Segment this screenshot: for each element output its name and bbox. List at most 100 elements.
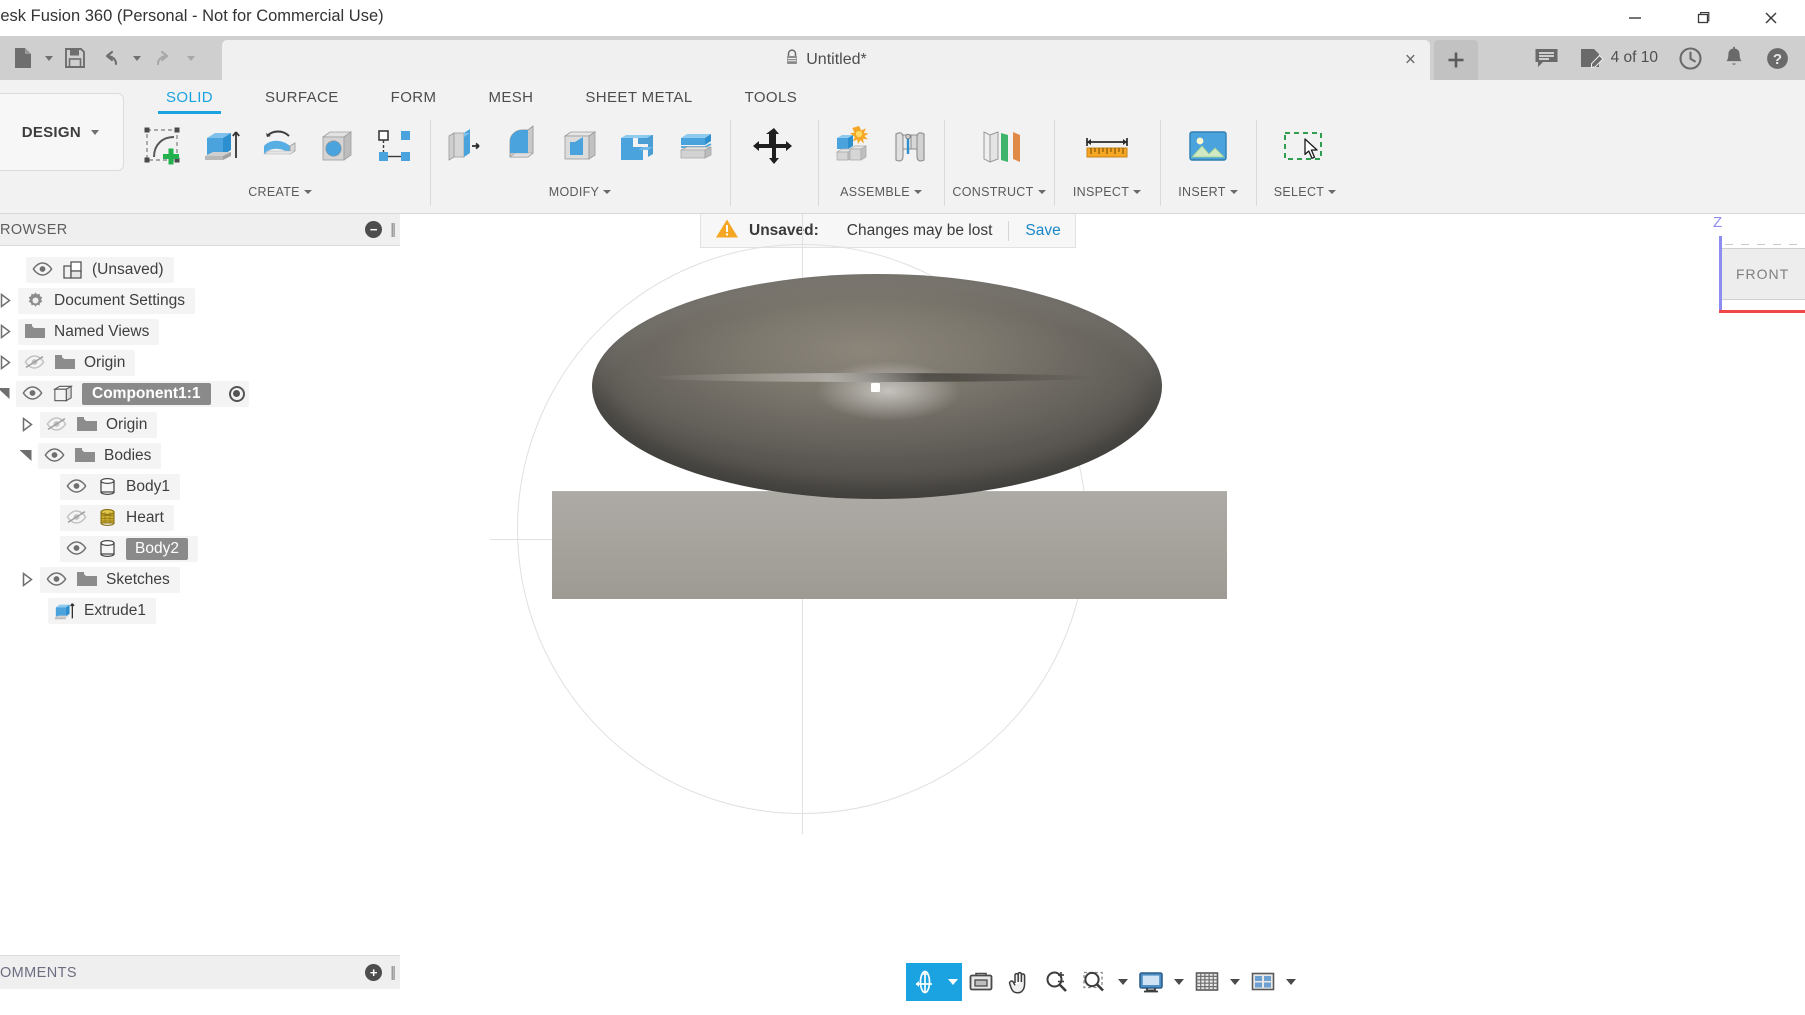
view-cube[interactable]: FRONT Z: [1697, 214, 1805, 324]
expand-arrow-icon[interactable]: [0, 324, 18, 339]
expand-arrow-icon[interactable]: [0, 355, 18, 370]
visibility-eye-icon[interactable]: [22, 386, 44, 402]
visibility-eye-icon[interactable]: [32, 262, 54, 278]
workspace-selector[interactable]: DESIGN: [0, 93, 124, 171]
create-sketch-icon[interactable]: [138, 116, 190, 178]
shell-icon[interactable]: [554, 116, 606, 178]
visibility-eye-off-icon[interactable]: [24, 355, 46, 371]
move-copy-icon[interactable]: [748, 116, 800, 178]
tree-item-body1[interactable]: Body1: [0, 471, 400, 502]
tree-item-origin-child[interactable]: Origin: [0, 409, 400, 440]
orbit-button[interactable]: [906, 963, 944, 1001]
collapse-icon[interactable]: −: [365, 221, 382, 238]
history-clock-button[interactable]: [1669, 36, 1712, 80]
visibility-eye-off-icon[interactable]: [46, 417, 68, 433]
ribbon-tab-form[interactable]: FORM: [365, 85, 463, 106]
new-file-button[interactable]: [8, 40, 38, 76]
hole-icon[interactable]: [312, 116, 364, 178]
visibility-eye-icon[interactable]: [66, 479, 88, 495]
viewports-button[interactable]: [1244, 963, 1282, 1001]
document-tab[interactable]: Untitled* ×: [222, 40, 1430, 80]
comments-panel-header[interactable]: OMMENTS + ||: [0, 955, 400, 989]
model-ellipsoid-body[interactable]: [592, 274, 1162, 499]
save-link[interactable]: Save: [1025, 222, 1060, 240]
expand-arrow-icon[interactable]: [14, 417, 40, 432]
ribbon-tab-tools[interactable]: TOOLS: [719, 85, 824, 106]
panel-label-inspect[interactable]: INSPECT: [1062, 182, 1152, 202]
grid-snaps-button[interactable]: [1188, 963, 1226, 1001]
tree-item-named-views[interactable]: Named Views: [0, 316, 400, 347]
expand-arrow-icon[interactable]: [0, 293, 18, 308]
tree-item-heart[interactable]: Heart: [0, 502, 400, 533]
ribbon-tab-sheet-metal[interactable]: SHEET METAL: [559, 85, 718, 106]
job-status-button[interactable]: 4 of 10: [1570, 36, 1667, 80]
tree-item-extrude1[interactable]: Extrude1: [0, 595, 400, 626]
panel-label-assemble[interactable]: ASSEMBLE: [826, 182, 936, 202]
split-face-icon[interactable]: [670, 116, 722, 178]
tree-item-component1[interactable]: Component1:1: [0, 378, 400, 409]
panel-label-modify[interactable]: MODIFY: [438, 182, 722, 202]
activate-component-radio[interactable]: [229, 386, 245, 402]
minimize-button[interactable]: [1601, 0, 1669, 36]
panel-resize-handle[interactable]: ||: [390, 964, 394, 981]
notifications-bell-button[interactable]: [1714, 36, 1754, 80]
help-button[interactable]: ?: [1756, 36, 1799, 80]
window-selection-icon[interactable]: [1274, 116, 1336, 178]
visibility-eye-icon[interactable]: [66, 541, 88, 557]
new-file-dropdown[interactable]: [42, 56, 56, 61]
visibility-eye-off-icon[interactable]: [66, 510, 88, 526]
tree-item-body2[interactable]: Body2: [0, 533, 400, 564]
redo-dropdown[interactable]: [184, 56, 198, 61]
tree-item-unsaved[interactable]: (Unsaved): [0, 254, 400, 285]
panel-resize-handle[interactable]: ||: [390, 221, 394, 238]
fillet-icon[interactable]: [496, 116, 548, 178]
panel-label-select[interactable]: SELECT: [1264, 182, 1346, 202]
expand-arrow-icon[interactable]: [14, 572, 40, 587]
viewports-dropdown[interactable]: [1282, 963, 1300, 1001]
press-pull-icon[interactable]: [438, 116, 490, 178]
grid-snaps-dropdown[interactable]: [1226, 963, 1244, 1001]
new-component-icon[interactable]: [826, 116, 878, 178]
joint-icon[interactable]: [884, 116, 936, 178]
maximize-button[interactable]: [1669, 0, 1737, 36]
ribbon-tab-mesh[interactable]: MESH: [462, 85, 559, 106]
panel-label-insert[interactable]: INSERT: [1168, 182, 1248, 202]
tree-item-origin-root[interactable]: Origin: [0, 347, 400, 378]
combine-icon[interactable]: [612, 116, 664, 178]
extrude-icon[interactable]: [196, 116, 248, 178]
collapse-arrow-icon[interactable]: [12, 448, 38, 463]
zoom-button[interactable]: [1038, 963, 1076, 1001]
tree-item-bodies[interactable]: Bodies: [0, 440, 400, 471]
ribbon-tab-solid[interactable]: SOLID: [140, 85, 239, 106]
save-button[interactable]: [60, 40, 90, 76]
redo-button[interactable]: [148, 40, 180, 76]
offset-plane-icon[interactable]: [964, 116, 1034, 178]
viewport-canvas[interactable]: Unsaved: Changes may be lost Save FRONT …: [400, 214, 1805, 1015]
close-button[interactable]: [1737, 0, 1805, 36]
tree-item-sketches[interactable]: Sketches: [0, 564, 400, 595]
model-base-box[interactable]: [552, 491, 1227, 599]
panel-label-create[interactable]: CREATE: [138, 182, 422, 202]
undo-button[interactable]: [94, 40, 126, 76]
new-tab-button[interactable]: [1434, 40, 1478, 80]
pattern-icon[interactable]: [370, 116, 422, 178]
visibility-eye-icon[interactable]: [46, 572, 68, 588]
visibility-eye-icon[interactable]: [44, 448, 66, 464]
viewcube-front-face[interactable]: FRONT: [1721, 248, 1805, 300]
display-settings-button[interactable]: [1132, 963, 1170, 1001]
look-at-button[interactable]: [962, 963, 1000, 1001]
panel-label-construct[interactable]: CONSTRUCT: [952, 182, 1046, 202]
insert-canvas-icon[interactable]: [1178, 116, 1238, 178]
orbit-dropdown[interactable]: [944, 963, 962, 1001]
fit-button[interactable]: [1076, 963, 1114, 1001]
pan-button[interactable]: [1000, 963, 1038, 1001]
comments-button[interactable]: [1525, 36, 1568, 80]
ribbon-tab-surface[interactable]: SURFACE: [239, 85, 365, 106]
fit-dropdown[interactable]: [1114, 963, 1132, 1001]
revolve-icon[interactable]: [254, 116, 306, 178]
tree-item-document-settings[interactable]: Document Settings: [0, 285, 400, 316]
measure-icon[interactable]: [1074, 116, 1140, 178]
undo-dropdown[interactable]: [130, 56, 144, 61]
collapse-arrow-icon[interactable]: [0, 386, 16, 401]
close-icon[interactable]: ×: [1405, 51, 1416, 70]
